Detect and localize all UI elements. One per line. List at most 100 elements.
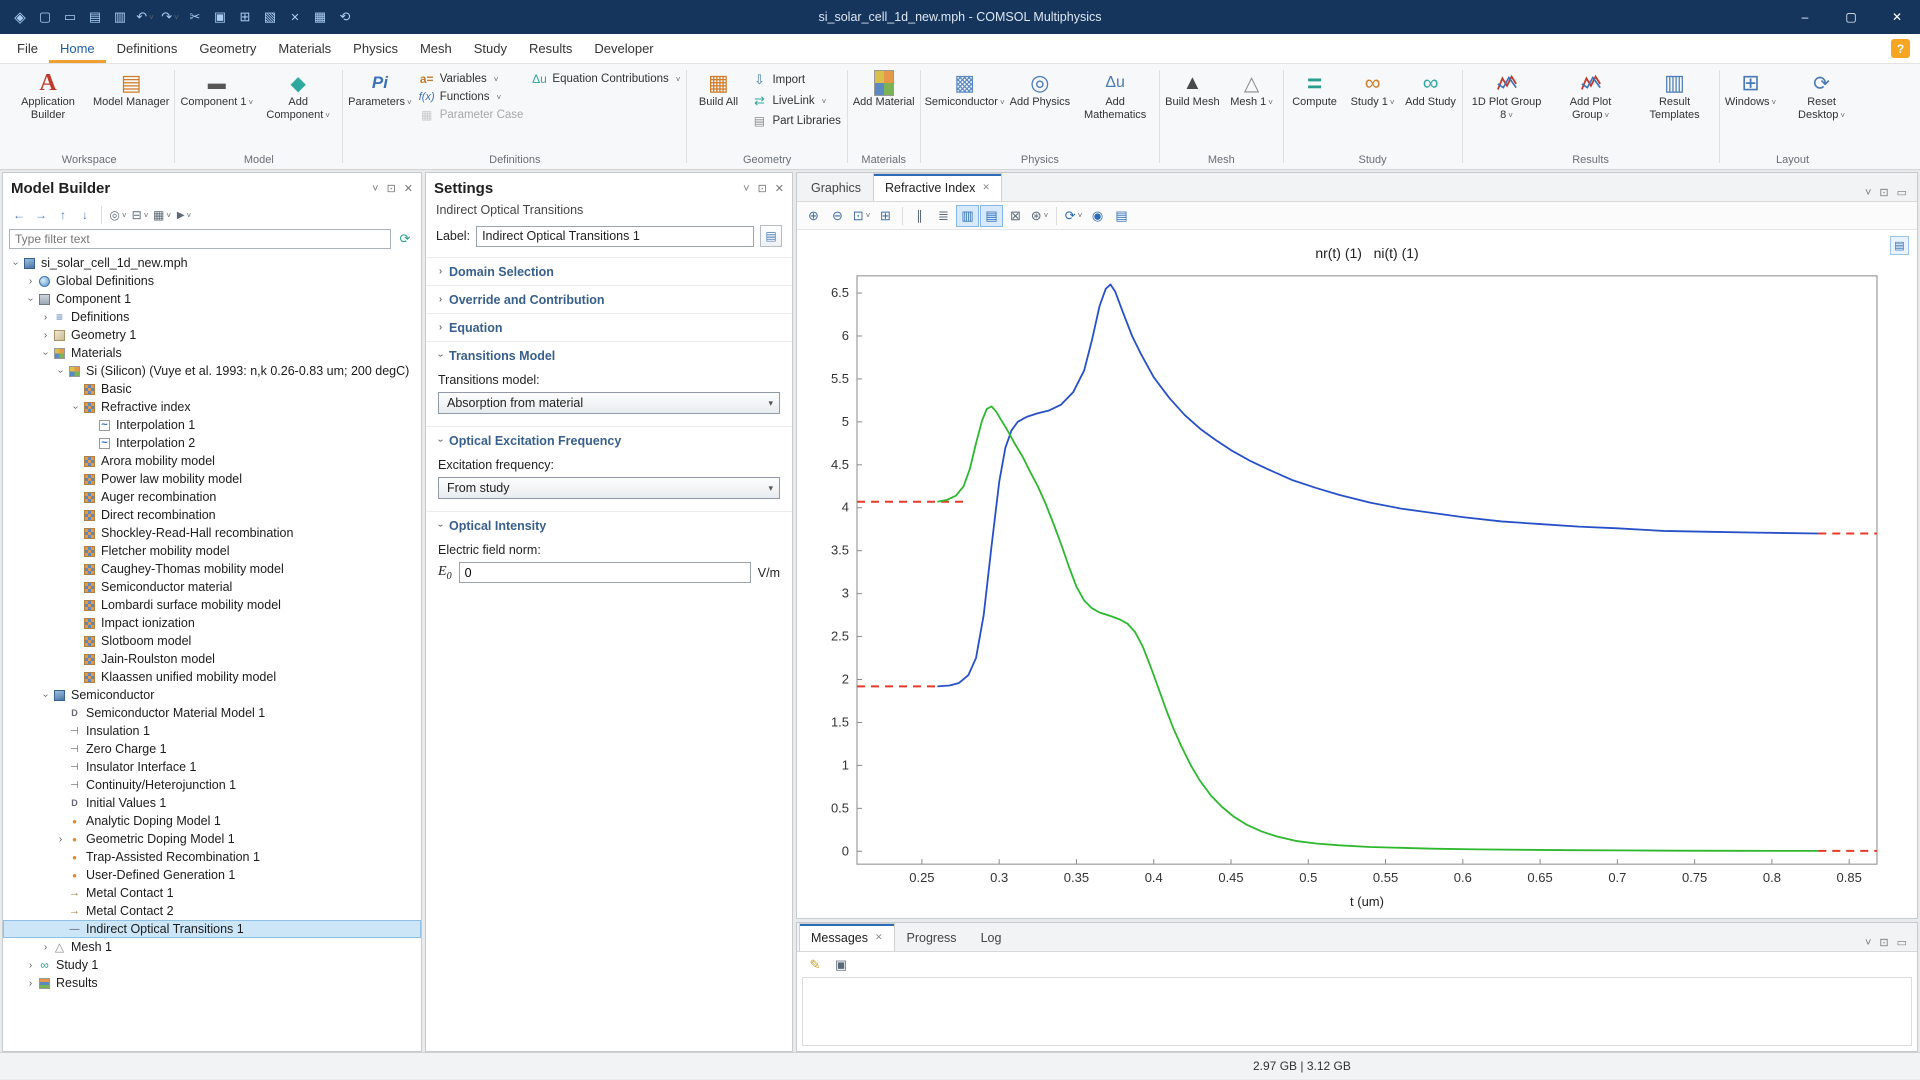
menu-results[interactable]: Results	[518, 34, 583, 63]
electric-field-norm-input[interactable]	[459, 562, 751, 583]
tree-item-refractive-index[interactable]: ›Refractive index	[3, 398, 421, 416]
maximize-panel-button[interactable]: ▭	[1897, 933, 1907, 951]
tree-item-continuity-heterojunction-1[interactable]: ⊣Continuity/Heterojunction 1	[3, 776, 421, 794]
tree-item-interpolation-2[interactable]: ~Interpolation 2	[3, 434, 421, 452]
tree-item-study-1[interactable]: ›∞Study 1	[3, 956, 421, 974]
tab-progress[interactable]: Progress	[895, 923, 969, 951]
tab-messages[interactable]: Messages✕	[799, 923, 895, 951]
tree-item-global-definitions[interactable]: ›Global Definitions	[3, 272, 421, 290]
scene-effects-button[interactable]: ⊛˅	[1028, 205, 1051, 227]
zoom-box-button[interactable]: ⊡˅	[850, 205, 873, 227]
nav-forward-button[interactable]: →	[31, 205, 51, 225]
move-down-button[interactable]: ↓	[75, 205, 95, 225]
close-tab-icon[interactable]: ✕	[875, 932, 883, 943]
tree-item-jain-roulston-model[interactable]: Jain-Roulston model	[3, 650, 421, 668]
panel-menu-button[interactable]: ˅	[743, 179, 749, 197]
panel-menu-button[interactable]: ˅	[1865, 183, 1871, 201]
menu-definitions[interactable]: Definitions	[106, 34, 189, 63]
copy-button[interactable]: ▣	[208, 4, 232, 30]
ribbon-livelink-button[interactable]: ⇄LiveLink˅	[751, 93, 840, 109]
tab-graphics[interactable]: Graphics	[799, 173, 873, 201]
print-button[interactable]: ▤	[1110, 205, 1133, 227]
tree-item-basic[interactable]: Basic	[3, 380, 421, 398]
tree-item-slotboom-model[interactable]: Slotboom model	[3, 632, 421, 650]
new-file-button[interactable]: ▢	[33, 4, 57, 30]
tree-item-initial-values-1[interactable]: DInitial Values 1	[3, 794, 421, 812]
open-file-button[interactable]: ▭	[58, 4, 82, 30]
ribbon-parameters-button[interactable]: PiParameters˅	[345, 66, 415, 111]
tree-item-si-silicon-vuye-et-al-1993-n-k-0-26-0-83-um-200-degc[interactable]: ›Si (Silicon) (Vuye et al. 1993: n,k 0.2…	[3, 362, 421, 380]
tree-item-semiconductor-material-model-1[interactable]: DSemiconductor Material Model 1	[3, 704, 421, 722]
tree-item-materials[interactable]: ›Materials	[3, 344, 421, 362]
ribbon-add-material-button[interactable]: Add Material	[850, 66, 918, 111]
close-tab-icon[interactable]: ✕	[982, 182, 990, 193]
y-log-scale-button[interactable]: ≣	[932, 205, 955, 227]
expander-icon[interactable]: ›	[25, 293, 36, 306]
tree-item-impact-ionization[interactable]: Impact ionization	[3, 614, 421, 632]
close-button[interactable]: ✕	[1874, 0, 1920, 34]
section-optical-intensity[interactable]: ›Optical Intensity	[426, 511, 792, 539]
zoom-out-button[interactable]: ⊖	[826, 205, 849, 227]
tree-item-trap-assisted-recombination-1[interactable]: ●Trap-Assisted Recombination 1	[3, 848, 421, 866]
compact-history-button[interactable]: ⟲	[333, 4, 357, 30]
ribbon-build-mesh-button[interactable]: ▲Build Mesh	[1162, 66, 1222, 111]
ribbon-add-physics-button[interactable]: ◎Add Physics	[1007, 66, 1074, 111]
expander-icon[interactable]: ›	[39, 312, 52, 323]
expander-icon[interactable]: ›	[39, 942, 52, 953]
ribbon-import-button[interactable]: ⇩Import	[751, 72, 840, 88]
ribbon-windows-button[interactable]: ⊞Windows˅	[1722, 66, 1780, 111]
ribbon-1d-plot-group-8-button[interactable]: 1D Plot Group 8˅	[1465, 66, 1549, 124]
menu-home[interactable]: Home	[49, 34, 106, 63]
tree-item-results[interactable]: ›Results	[3, 974, 421, 992]
model-settings-button[interactable]: ▦	[308, 4, 332, 30]
axis-limits-button[interactable]: ∥	[908, 205, 931, 227]
maximize-button[interactable]: ▢	[1828, 0, 1874, 34]
snapshot-button[interactable]: ◉	[1086, 205, 1109, 227]
section-optical-excitation-frequency[interactable]: ›Optical Excitation Frequency	[426, 426, 792, 454]
menu-study[interactable]: Study	[463, 34, 518, 63]
minimize-button[interactable]: –	[1782, 0, 1828, 34]
zoom-extents-button[interactable]: ⊞	[874, 205, 897, 227]
menu-geometry[interactable]: Geometry	[188, 34, 267, 63]
menu-developer[interactable]: Developer	[583, 34, 664, 63]
transitions-model-select[interactable]: Absorption from material▾	[438, 392, 780, 414]
copy-text-button[interactable]: ▣	[831, 955, 851, 975]
ribbon-compute-button[interactable]: =Compute	[1286, 66, 1344, 111]
tab-refractive-index[interactable]: Refractive Index✕	[873, 173, 1002, 201]
ribbon-build-all-button[interactable]: ▦Build All	[689, 66, 747, 111]
ribbon-part-libraries-button[interactable]: ▤Part Libraries	[751, 114, 840, 128]
ribbon-semiconductor-button[interactable]: ▩Semiconductor˅	[923, 66, 1007, 111]
maximize-panel-button[interactable]: ▭	[1897, 183, 1907, 201]
tree-item-arora-mobility-model[interactable]: Arora mobility model	[3, 452, 421, 470]
ribbon-add-plot-group-button[interactable]: Add Plot Group˅	[1549, 66, 1633, 124]
save-as-button[interactable]: ▥	[108, 4, 132, 30]
section-domain-selection[interactable]: ›Domain Selection	[426, 257, 792, 285]
panel-menu-button[interactable]: ˅	[1865, 933, 1871, 951]
filter-input[interactable]	[9, 229, 391, 249]
paste-button[interactable]: ⊞	[233, 4, 257, 30]
expander-icon[interactable]: ›	[24, 960, 37, 971]
nav-back-button[interactable]: ←	[9, 205, 29, 225]
float-panel-button[interactable]: ⊡	[1879, 933, 1888, 951]
tree-item-klaassen-unified-mobility-model[interactable]: Klaassen unified mobility model	[3, 668, 421, 686]
move-up-button[interactable]: ↑	[53, 205, 73, 225]
duplicate-button[interactable]: ▧	[258, 4, 282, 30]
tab-log[interactable]: Log	[969, 923, 1014, 951]
ribbon-parameter-case-button[interactable]: ▦Parameter Case	[419, 108, 524, 122]
section-equation[interactable]: ›Equation	[426, 313, 792, 341]
tree-item-analytic-doping-model-1[interactable]: ●Analytic Doping Model 1	[3, 812, 421, 830]
tree-item-lombardi-surface-mobility-model[interactable]: Lombardi surface mobility model	[3, 596, 421, 614]
tree-item-auger-recombination[interactable]: Auger recombination	[3, 488, 421, 506]
ribbon-reset-desktop-button[interactable]: ⟳Reset Desktop˅	[1780, 66, 1864, 124]
tree-item-geometric-doping-model-1[interactable]: ›●Geometric Doping Model 1	[3, 830, 421, 848]
ribbon-model-manager-button[interactable]: ▤Model Manager	[90, 66, 172, 111]
expander-icon[interactable]: ›	[40, 347, 51, 360]
columns-options-button[interactable]: ▦˅	[152, 205, 172, 225]
tree-item-direct-recombination[interactable]: Direct recombination	[3, 506, 421, 524]
expander-icon[interactable]: ›	[24, 276, 37, 287]
ribbon-component-1-button[interactable]: ▬Component 1˅	[177, 66, 256, 111]
ribbon-add-study-button[interactable]: ∞Add Study	[1402, 66, 1460, 111]
float-panel-button[interactable]: ⊡	[1879, 183, 1888, 201]
tree-item-mesh-1[interactable]: ›△Mesh 1	[3, 938, 421, 956]
tree-item-fletcher-mobility-model[interactable]: Fletcher mobility model	[3, 542, 421, 560]
